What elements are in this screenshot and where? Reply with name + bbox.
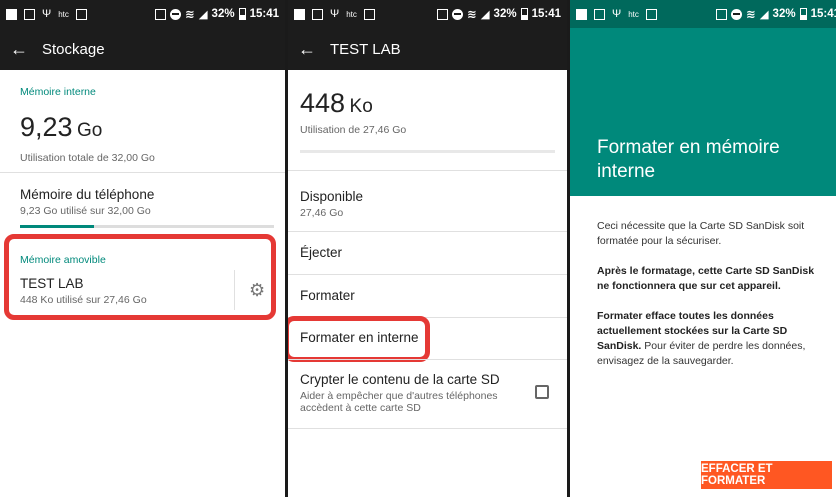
divider <box>288 428 567 429</box>
description-para-3: Formater efface toutes les données actue… <box>597 309 822 369</box>
phone-memory-sub: 9,23 Go utilisé sur 32,00 Go <box>20 205 151 217</box>
internal-total-text: Utilisation totale de 32,00 Go <box>20 152 155 164</box>
clock: 15:41 <box>810 8 836 20</box>
format-internal-screen: Ψ htc ≋ ◢ 32% 15:41 Formater en mémoire … <box>570 0 836 497</box>
usb-icon: Ψ <box>42 8 52 20</box>
wifi-icon: ≋ <box>467 9 477 21</box>
signal-icon: ◢ <box>759 9 769 21</box>
app-bar: ← Stockage <box>0 28 285 70</box>
battery-icon <box>799 8 807 20</box>
erase-and-format-button[interactable]: EFFACER ET FORMATER <box>701 461 832 489</box>
usage-progress <box>300 150 555 153</box>
battery-percent: 32% <box>772 8 796 20</box>
sd-card-name: TEST LAB <box>20 276 84 291</box>
description-para-1: Ceci nécessite que la Carte SD SanDisk s… <box>597 220 805 247</box>
usb-icon: Ψ <box>612 8 622 20</box>
htc-icon: htc <box>58 9 69 19</box>
image-icon <box>294 8 305 20</box>
format-internal-label: Formater en interne <box>300 330 419 345</box>
battery-icon <box>238 8 246 20</box>
format-label: Formater <box>300 288 355 303</box>
storage-screen: Ψ htc ≋ ◢ 32% 15:41 ← Stockage Mémoire i… <box>0 0 285 497</box>
internal-value-number: 9,23 <box>20 112 73 142</box>
encrypt-checkbox[interactable] <box>535 385 549 399</box>
nfc-icon <box>437 8 449 20</box>
available-item: Disponible 27,46 Go <box>288 171 567 231</box>
box-icon <box>24 8 35 20</box>
signal-icon: ◢ <box>480 9 490 21</box>
gear-icon[interactable]: ⚙ <box>249 280 265 301</box>
internal-storage-value: 9,23 Go <box>20 112 102 143</box>
header-panel: Formater en mémoire interne <box>570 28 836 196</box>
available-title: Disponible <box>300 189 364 204</box>
image-icon <box>6 8 17 20</box>
used-value: 448 Ko <box>300 88 373 119</box>
used-value-number: 448 <box>300 88 346 118</box>
image-icon <box>576 8 587 20</box>
internal-storage-label: Mémoire interne <box>20 86 96 98</box>
available-value: 27,46 Go <box>300 207 344 219</box>
clock: 15:41 <box>249 8 279 20</box>
wifi-icon: ≋ <box>185 9 195 21</box>
phone-memory-item[interactable]: Mémoire du téléphone 9,23 Go utilisé sur… <box>0 173 285 231</box>
check-icon <box>75 8 87 20</box>
eject-item[interactable]: Éjecter <box>288 232 567 274</box>
usb-icon: Ψ <box>330 8 340 20</box>
htc-icon: htc <box>346 9 357 19</box>
back-arrow-icon[interactable]: ← <box>298 39 316 60</box>
check-icon <box>645 8 657 20</box>
battery-percent: 32% <box>211 8 235 20</box>
description-para-2: Après le formatage, cette Carte SD SanDi… <box>597 265 815 292</box>
phone-memory-progress <box>20 225 274 228</box>
internal-value-unit: Go <box>77 120 103 141</box>
status-bar: Ψ htc ≋ ◢ 32% 15:41 <box>288 0 567 28</box>
dnd-icon <box>731 8 743 20</box>
signal-icon: ◢ <box>198 9 208 21</box>
clock: 15:41 <box>531 8 561 20</box>
nfc-icon <box>155 8 167 20</box>
check-icon <box>363 8 375 20</box>
box-icon <box>312 8 323 20</box>
htc-icon: htc <box>628 9 639 19</box>
page-title: TEST LAB <box>330 40 401 58</box>
page-title: Stockage <box>42 40 105 58</box>
encrypt-title: Crypter le contenu de la carte SD <box>300 372 500 387</box>
app-bar: ← TEST LAB <box>288 28 567 70</box>
test-lab-screen: Ψ htc ≋ ◢ 32% 15:41 ← TEST LAB 448 Ko Ut… <box>288 0 567 497</box>
format-internal-item[interactable]: Formater en interne <box>288 318 567 358</box>
used-sub: Utilisation de 27,46 Go <box>300 124 407 136</box>
item-separator <box>234 270 235 310</box>
dnd-icon <box>452 8 464 20</box>
battery-icon <box>520 8 528 20</box>
header-title: Formater en mémoire interne <box>597 137 780 182</box>
wifi-icon: ≋ <box>746 9 756 21</box>
sd-card-sub: 448 Ko utilisé sur 27,46 Go <box>20 294 147 306</box>
nfc-icon <box>716 8 728 20</box>
format-item[interactable]: Formater <box>288 275 567 317</box>
status-bar: Ψ htc ≋ ◢ 32% 15:41 <box>570 0 836 28</box>
encrypt-sub: Aider à empêcher que d'autres téléphones… <box>300 390 498 414</box>
sd-card-item[interactable]: TEST LAB 448 Ko utilisé sur 27,46 Go ⚙ <box>0 270 285 314</box>
battery-percent: 32% <box>493 8 517 20</box>
box-icon <box>594 8 605 20</box>
eject-label: Éjecter <box>300 245 343 260</box>
back-arrow-icon[interactable]: ← <box>10 39 28 60</box>
removable-storage-label: Mémoire amovible <box>20 254 106 266</box>
dnd-icon <box>170 8 182 20</box>
phone-memory-title: Mémoire du téléphone <box>20 187 155 202</box>
status-bar: Ψ htc ≋ ◢ 32% 15:41 <box>0 0 285 28</box>
encrypt-item[interactable]: Crypter le contenu de la carte SD Aider … <box>288 360 567 428</box>
phone-memory-progress-fill <box>20 225 94 228</box>
used-value-unit: Ko <box>349 96 373 117</box>
